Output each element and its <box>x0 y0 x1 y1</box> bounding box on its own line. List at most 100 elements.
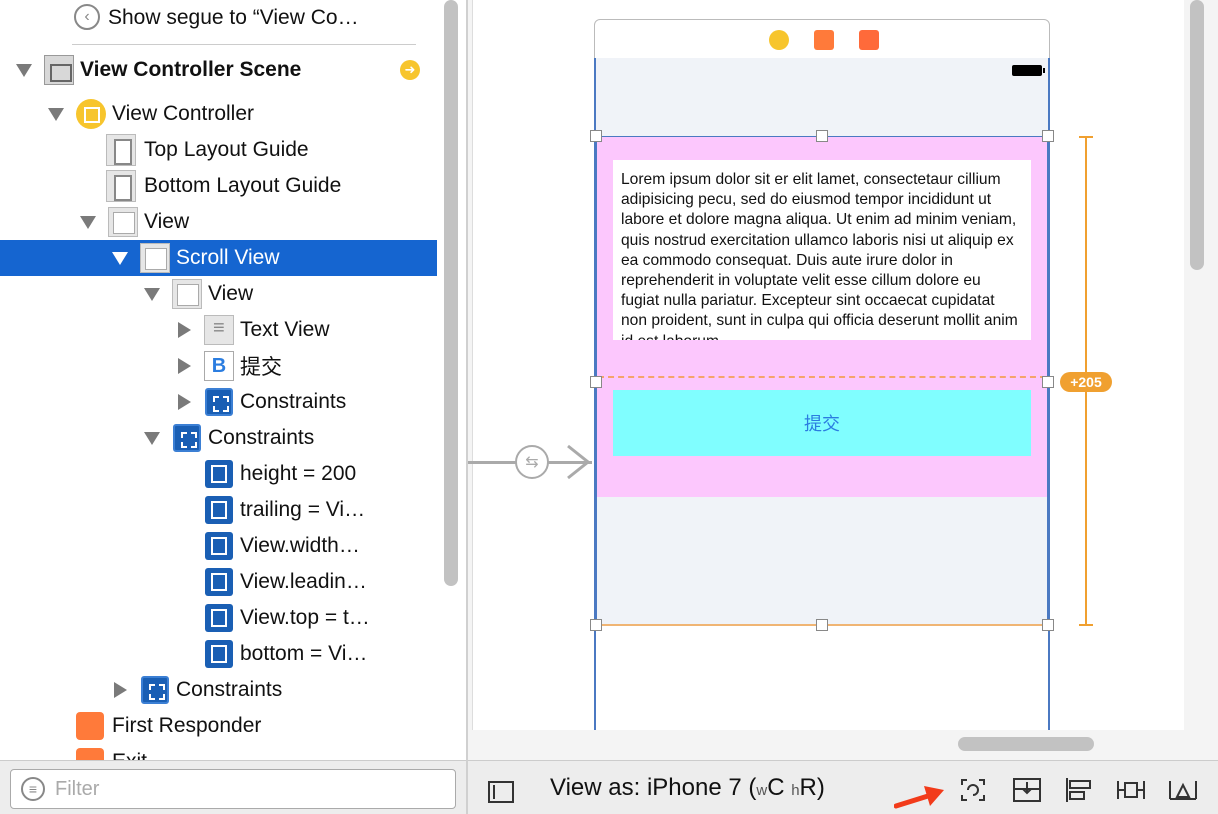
disclosure-triangle-icon[interactable] <box>144 431 160 445</box>
status-bar-area <box>596 58 1048 136</box>
outline-label: View.top = t… <box>240 606 370 629</box>
resolve-issues-icon[interactable] <box>1168 777 1198 803</box>
outline-row-view-controller-scene[interactable]: View Controller Scene ➜ <box>0 52 437 88</box>
view-icon <box>172 279 202 309</box>
layout-guide-icon <box>106 170 136 202</box>
scroll-view-icon <box>140 243 170 273</box>
outline-row-top-constraint[interactable]: View.top = t… <box>0 600 437 636</box>
warning-icon[interactable]: ➜ <box>400 60 420 80</box>
battery-icon <box>1012 65 1045 76</box>
disclosure-triangle-icon[interactable] <box>48 107 64 121</box>
disclosure-triangle-icon[interactable] <box>16 63 32 77</box>
outline-row-constraints[interactable]: Constraints <box>0 420 437 456</box>
pin-icon[interactable] <box>1116 777 1146 803</box>
outline-label: Constraints <box>208 426 315 449</box>
width-constraint-icon <box>205 532 233 560</box>
filter-input[interactable] <box>55 774 445 804</box>
view-as-suffix: ) <box>816 774 825 801</box>
outline-label: Constraints <box>176 678 283 701</box>
resize-handle[interactable] <box>590 619 602 631</box>
outline-row-exit[interactable]: Exit <box>0 744 437 760</box>
outline-label: View.width… <box>240 534 360 557</box>
outline-row-first-responder[interactable]: First Responder <box>0 708 437 744</box>
segue-back-icon: ‹ <box>74 4 100 30</box>
view-controller-icon[interactable] <box>769 30 789 50</box>
disclosure-triangle-icon[interactable] <box>144 287 160 301</box>
outline-label: Show segue to “View Co… <box>108 6 359 29</box>
top-constraint-icon <box>205 604 233 632</box>
height-class-value: R <box>799 774 817 801</box>
disclosure-triangle-icon[interactable] <box>112 251 128 265</box>
outline-label: Scroll View <box>176 246 280 269</box>
outline-label: View <box>208 282 254 305</box>
view-icon <box>108 207 138 237</box>
outline-label: Top Layout Guide <box>144 138 309 161</box>
layout-guide-icon <box>106 134 136 166</box>
submit-button[interactable]: 提交 <box>613 390 1031 456</box>
outline-row-view-controller[interactable]: View Controller <box>0 96 437 132</box>
segue-icon[interactable]: ⇆ <box>515 445 549 479</box>
disclosure-triangle-icon[interactable] <box>178 358 191 374</box>
outline-row-text-view[interactable]: Text View <box>0 312 437 348</box>
outline-row-bottom-layout-guide[interactable]: Bottom Layout Guide <box>0 168 437 204</box>
outline-row-height-constraint[interactable]: height = 200 <box>0 456 437 492</box>
resize-handle[interactable] <box>1042 130 1054 142</box>
outline-scrollbar[interactable] <box>444 0 458 586</box>
outline-label: View <box>144 210 190 233</box>
resize-handle[interactable] <box>816 619 828 631</box>
resize-handle[interactable] <box>1042 619 1054 631</box>
disclosure-triangle-icon[interactable] <box>80 215 96 229</box>
outline-label: First Responder <box>112 714 262 737</box>
resize-handle[interactable] <box>1042 376 1054 388</box>
filter-field[interactable]: ≡ <box>10 769 456 809</box>
outline-row-trailing-constraint[interactable]: trailing = Vi… <box>0 492 437 528</box>
outline-row-constraints[interactable]: Constraints <box>0 384 437 420</box>
trailing-constraint-icon <box>205 496 233 524</box>
outline-row-button[interactable]: B 提交 <box>0 348 437 384</box>
outline-label: bottom = Vi… <box>240 642 368 665</box>
outline-label: View.leadin… <box>240 570 367 593</box>
first-responder-icon[interactable] <box>814 30 834 50</box>
outline-row-bottom-constraint[interactable]: bottom = Vi… <box>0 636 437 672</box>
outline-row-constraints[interactable]: Constraints <box>0 672 437 708</box>
disclosure-triangle-icon[interactable] <box>114 682 127 698</box>
width-class-value: C <box>767 774 785 801</box>
constraints-icon <box>173 424 201 452</box>
constraints-icon <box>205 388 233 416</box>
filter-icon[interactable]: ≡ <box>21 777 45 801</box>
embed-in-stack-icon[interactable] <box>1012 777 1042 803</box>
outline-row-view[interactable]: View <box>0 204 437 240</box>
outline-label: trailing = Vi… <box>240 498 366 521</box>
outline-label: Constraints <box>240 390 347 413</box>
resize-handle[interactable] <box>590 376 602 388</box>
height-constraint-icon <box>205 460 233 488</box>
resize-handle[interactable] <box>816 130 828 142</box>
outline-row-segue[interactable]: ‹ Show segue to “View Co… <box>0 0 437 36</box>
disclosure-triangle-icon[interactable] <box>178 394 191 410</box>
text-view[interactable]: Lorem ipsum dolor sit er elit lamet, con… <box>613 160 1031 340</box>
view-as-device[interactable]: View as: iPhone 7 (wC hR) <box>550 774 825 802</box>
outline-row-content-view[interactable]: View <box>0 276 437 312</box>
exit-icon[interactable] <box>859 30 879 50</box>
canvas-vertical-scrollbar[interactable] <box>1190 0 1204 270</box>
resize-handle[interactable] <box>590 130 602 142</box>
outline-label: Exit <box>112 750 147 760</box>
canvas-horizontal-scrollbar[interactable] <box>958 737 1094 751</box>
scene-dock[interactable] <box>594 19 1050 59</box>
outline-label: View Controller <box>112 102 255 125</box>
ambiguity-badge[interactable]: +205 <box>1060 372 1112 392</box>
disclosure-triangle-icon[interactable] <box>178 322 191 338</box>
update-frames-icon[interactable] <box>958 777 988 803</box>
width-class-label: w <box>756 782 768 799</box>
document-outline: ‹ Show segue to “View Co… View Controlle… <box>0 0 437 760</box>
outline-label: View Controller Scene <box>80 58 302 81</box>
toggle-outline-icon[interactable] <box>488 781 514 803</box>
outline-row-leading-constraint[interactable]: View.leadin… <box>0 564 437 600</box>
outline-row-top-layout-guide[interactable]: Top Layout Guide <box>0 132 437 168</box>
align-icon[interactable] <box>1064 777 1094 803</box>
outline-row-scroll-view[interactable]: Scroll View <box>0 240 437 276</box>
outline-divider <box>72 44 416 45</box>
button-icon: B <box>204 351 234 381</box>
height-class-label: h <box>791 782 800 799</box>
outline-row-width-constraint[interactable]: View.width… <box>0 528 437 564</box>
